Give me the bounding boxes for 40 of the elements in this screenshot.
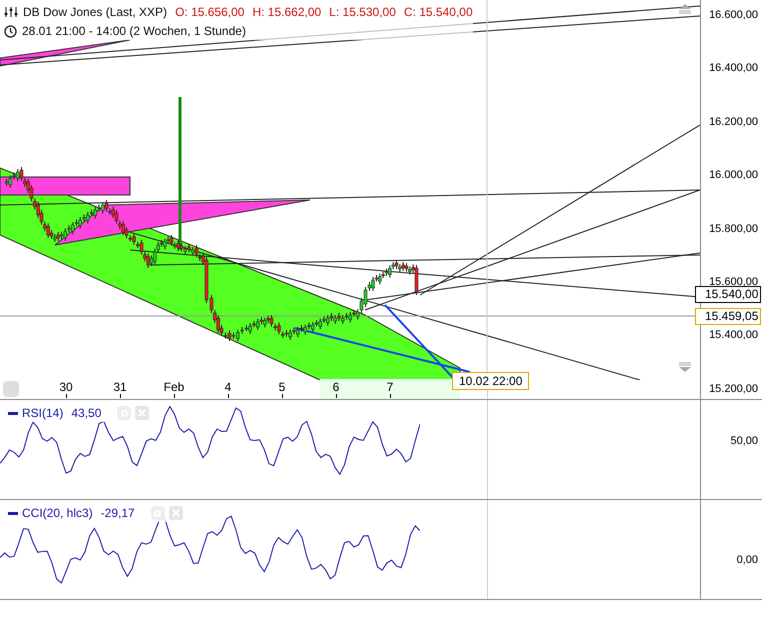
indicator-legend-icon (8, 412, 18, 414)
period-text: 28.01 21:00 - 14:00 (2 Wochen, 1 Stunde) (22, 23, 246, 40)
time-axis-label: 6 (332, 380, 340, 394)
price-axis-label: 15.600,00 (709, 276, 758, 289)
price-axis-label: 16.200,00 (709, 116, 758, 129)
time-axis-label: 31 (113, 380, 127, 394)
scroll-down-icon[interactable] (678, 362, 692, 372)
indicator-legend-icon (8, 512, 18, 514)
time-axis-label: 5 (278, 380, 286, 394)
time-axis-label: Feb (164, 380, 184, 394)
scroll-left-button[interactable] (3, 381, 19, 398)
price-axis-label: 15.800,00 (709, 222, 758, 236)
ohlc-value: L: 15.530,00 (329, 4, 396, 21)
scroll-up-icon[interactable] (678, 4, 692, 14)
time-axis-label: 30 (59, 380, 73, 394)
clock-icon (4, 24, 17, 38)
settings-icon[interactable] (150, 506, 165, 520)
price-axis-label: 15.400,00 (709, 329, 758, 342)
crosshair-time-tag: 10.02 22:00 (452, 372, 530, 390)
ohlc-value: H: 15.662,00 (252, 4, 322, 21)
indicator-sliders-icon[interactable] (4, 6, 18, 18)
price-axis-label: 16.000,00 (709, 169, 758, 182)
time-axis-label: 7 (386, 380, 394, 394)
price-axis-label: 15.200,00 (709, 382, 758, 396)
close-icon[interactable] (168, 506, 183, 520)
crosshair-price-tag: 15.459,05 (695, 308, 762, 325)
instrument-name: DB Dow Jones (Last, XXP) (23, 4, 168, 21)
axis-tick-label: 0,00 (736, 553, 758, 568)
axis-tick-label: 50,00 (730, 434, 758, 449)
indicator-value: -29,17 (100, 505, 135, 522)
time-axis-label: 4 (224, 380, 232, 394)
last-price-tag: 15.540,00 (695, 286, 762, 303)
price-axis-label: 16.600,00 (709, 9, 758, 22)
ohlc-value: C: 15.540,00 (404, 4, 473, 21)
ohlc-value: O: 15.656,00 (175, 4, 244, 21)
indicator-value: 43,50 (71, 405, 102, 422)
indicator-name: CCI(20, hlc3) (22, 505, 93, 522)
close-icon[interactable] (135, 406, 150, 420)
indicator-name: RSI(14) (22, 405, 64, 422)
price-axis-label: 16.400,00 (709, 62, 758, 76)
